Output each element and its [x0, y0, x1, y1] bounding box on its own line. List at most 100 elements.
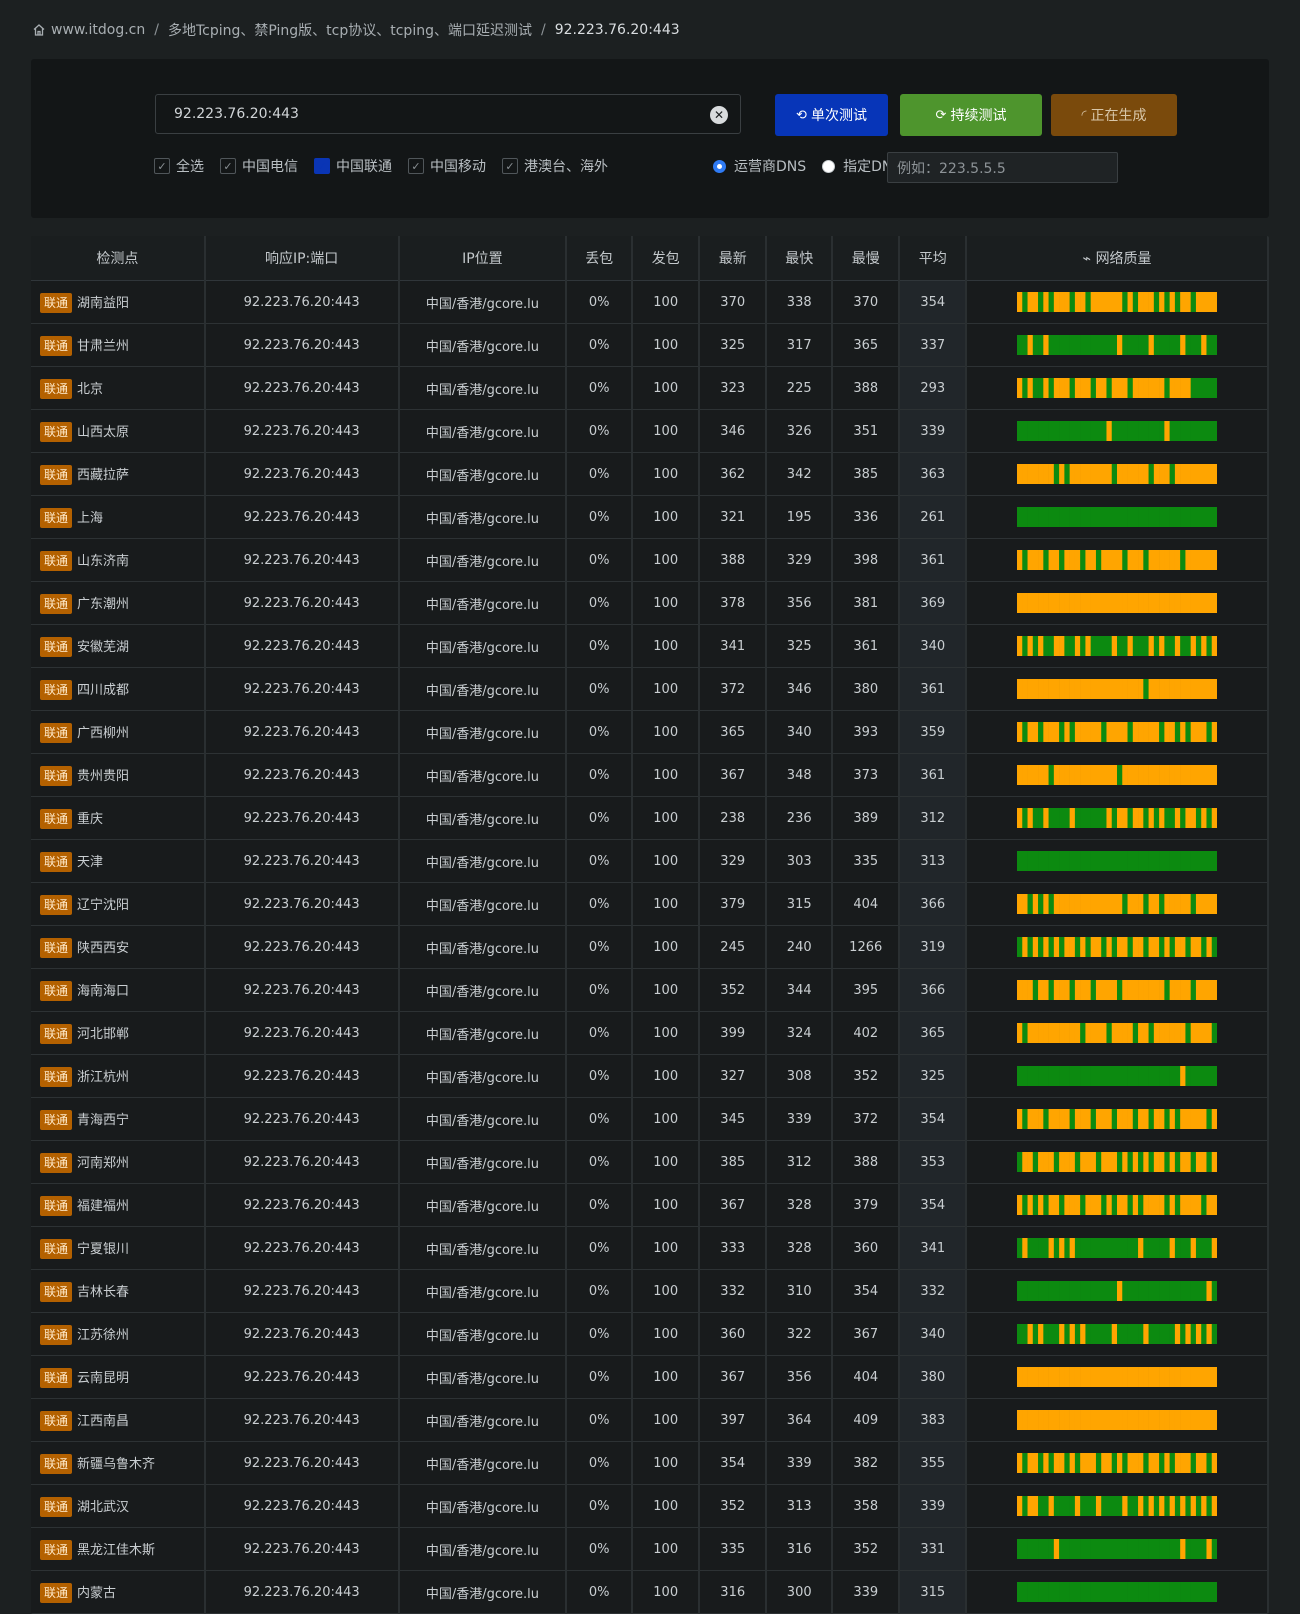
home-icon[interactable] — [32, 23, 46, 37]
quality-segment — [1053, 593, 1060, 613]
quality-segment — [1196, 808, 1202, 828]
quality-segment — [1043, 1023, 1050, 1043]
quality-segment — [1201, 937, 1207, 957]
cell-average: 325 — [899, 1054, 968, 1098]
cell-sent: 100 — [632, 624, 701, 668]
checkbox-unicom[interactable]: ✓ — [314, 158, 330, 174]
quality-segment — [1038, 1539, 1044, 1559]
quality-segment — [1211, 937, 1218, 957]
quality-segment — [1175, 593, 1181, 613]
quality-segment — [1211, 335, 1218, 355]
checkbox-all[interactable]: ✓ — [154, 158, 170, 174]
quality-segment — [1059, 292, 1065, 312]
single-test-button[interactable]: ⟲ 单次测试 — [775, 94, 888, 136]
cell-geo: 中国/香港/gcore.lu — [398, 1226, 568, 1270]
quality-segment — [1180, 1453, 1186, 1473]
quality-segment — [1132, 1453, 1139, 1473]
generating-button[interactable]: ◜ 正在生成 — [1051, 94, 1177, 136]
filter-overseas[interactable]: ✓ 港澳台、海外 — [502, 156, 608, 176]
quality-segment — [1117, 1109, 1123, 1129]
filter-mobile[interactable]: ✓ 中国移动 — [408, 156, 486, 176]
quality-segment — [1111, 1324, 1118, 1344]
cell-latest: 370 — [699, 280, 768, 324]
continuous-test-button[interactable]: ⟳ 持续测试 — [900, 94, 1042, 136]
quality-segment — [1075, 1324, 1081, 1344]
quality-segment — [1127, 722, 1134, 742]
filter-mobile-label: 中国移动 — [430, 159, 486, 175]
quality-segment — [1111, 1195, 1118, 1215]
quality-segment — [1017, 1410, 1023, 1430]
table-row: 联通 黑龙江佳木斯 92.223.76.20:443 中国/香港/gcore.lu 0%… — [31, 1527, 1269, 1571]
quality-segment — [1022, 1453, 1028, 1473]
quality-segment — [1059, 808, 1065, 828]
quality-segment — [1206, 1152, 1213, 1172]
quality-segment — [1043, 1238, 1050, 1258]
quality-segment — [1153, 765, 1160, 785]
quality-segment — [1175, 1281, 1181, 1301]
filter-telecom[interactable]: ✓ 中国电信 — [220, 156, 298, 176]
quality-segment — [1153, 1238, 1160, 1258]
quality-segment — [1017, 1023, 1023, 1043]
cell-geo: 中国/香港/gcore.lu — [398, 1183, 568, 1227]
quality-segment — [1096, 1582, 1102, 1602]
cell-ip: 92.223.76.20:443 — [204, 1312, 400, 1356]
quality-segment — [1022, 335, 1028, 355]
custom-dns-input[interactable]: 例如：223.5.5.5 — [887, 152, 1118, 183]
cell-quality — [966, 796, 1269, 840]
quality-segment — [1101, 1367, 1107, 1387]
quality-segment — [1132, 937, 1139, 957]
quality-segment — [1043, 1066, 1050, 1086]
cell-latest: 360 — [699, 1312, 768, 1356]
quality-segment — [1196, 636, 1202, 656]
breadcrumb-site-link[interactable]: www.itdog.cn — [51, 22, 145, 38]
quality-segment — [1085, 1367, 1092, 1387]
quality-segment — [1085, 808, 1092, 828]
quality-segment — [1075, 851, 1081, 871]
table-row: 联通 甘肃兰州 92.223.76.20:443 中国/香港/gcore.lu 0% 10… — [31, 323, 1269, 367]
quality-segment — [1132, 636, 1139, 656]
quality-segment — [1175, 550, 1181, 570]
quality-segment — [1048, 765, 1055, 785]
quality-segment — [1148, 636, 1155, 656]
quality-segment — [1043, 593, 1050, 613]
filter-all[interactable]: ✓ 全选 — [154, 156, 204, 176]
quality-segment — [1106, 937, 1113, 957]
quality-segment — [1143, 980, 1150, 1000]
quality-segment — [1085, 722, 1092, 742]
quality-segment — [1169, 1023, 1176, 1043]
filter-unicom[interactable]: ✓ 中国联通 — [314, 156, 392, 176]
quality-segment — [1053, 1453, 1060, 1473]
quality-segment — [1059, 851, 1065, 871]
breadcrumb-section-link[interactable]: 多地Tcping、禁Ping版、tcp协议、tcping、端口延迟测试 — [168, 20, 532, 40]
quality-segment — [1106, 550, 1113, 570]
quality-segment — [1053, 1496, 1060, 1516]
table-row: 联通 广东潮州 92.223.76.20:443 中国/香港/gcore.lu 0% 10… — [31, 581, 1269, 625]
quality-bar — [1017, 1023, 1218, 1043]
quality-segment — [1180, 894, 1186, 914]
quality-segment — [1069, 765, 1076, 785]
checkbox-mobile[interactable]: ✓ — [408, 158, 424, 174]
cell-loss: 0% — [566, 1097, 634, 1141]
quality-segment — [1080, 1324, 1086, 1344]
quality-segment — [1190, 679, 1197, 699]
radio-custom-dns[interactable] — [822, 159, 836, 173]
cell-quality — [966, 1140, 1269, 1184]
quality-segment — [1090, 636, 1097, 656]
cell-slowest: 370 — [832, 280, 901, 324]
quality-segment — [1096, 335, 1102, 355]
radio-isp-dns[interactable] — [713, 159, 726, 173]
quality-segment — [1180, 335, 1186, 355]
checkbox-overseas[interactable]: ✓ — [502, 158, 518, 174]
quality-segment — [1127, 1453, 1134, 1473]
checkbox-telecom[interactable]: ✓ — [220, 158, 236, 174]
quality-segment — [1090, 1496, 1097, 1516]
quality-segment — [1185, 464, 1192, 484]
clear-icon[interactable]: ✕ — [710, 106, 728, 124]
quality-segment — [1101, 464, 1107, 484]
cell-geo: 中国/香港/gcore.lu — [398, 581, 568, 625]
quality-bar — [1017, 722, 1218, 742]
quality-segment — [1185, 1152, 1192, 1172]
target-input[interactable]: 92.223.76.20:443 ✕ — [155, 94, 741, 134]
quality-segment — [1080, 765, 1086, 785]
cell-geo: 中国/香港/gcore.lu — [398, 1527, 568, 1571]
